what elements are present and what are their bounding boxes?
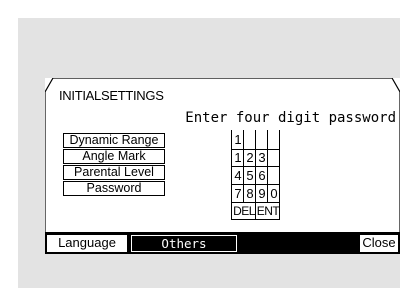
- password-digit-3: [256, 131, 268, 149]
- keypad-ent-button[interactable]: ENT: [256, 202, 280, 220]
- tab-others[interactable]: Others: [131, 235, 237, 252]
- password-digit-1: 1: [234, 132, 242, 147]
- keypad-action-row: DEL ENT: [231, 202, 281, 221]
- keypad-key-6[interactable]: 6: [256, 167, 268, 185]
- keypad-key-3[interactable]: 3: [256, 149, 268, 167]
- keypad-key-5[interactable]: 5: [244, 167, 256, 185]
- menu-item-angle-mark[interactable]: Angle Mark: [63, 149, 165, 164]
- menu-item-password[interactable]: Password: [63, 181, 165, 196]
- menu-item-parental-level[interactable]: Parental Level: [63, 165, 165, 180]
- close-button[interactable]: Close: [360, 235, 398, 252]
- initial-settings-panel: INITIALSETTINGS Enter four digit passwor…: [45, 78, 400, 254]
- password-digit-4: [268, 131, 280, 149]
- password-keypad: 1 1 2 3 4 5 6 7 8 9 0: [231, 130, 301, 203]
- keypad-key-0[interactable]: 0: [268, 185, 280, 203]
- keypad-del-button[interactable]: DEL: [232, 202, 256, 220]
- panel-title: INITIALSETTINGS: [59, 88, 164, 103]
- password-digit-2: [244, 131, 256, 149]
- keypad-key-1[interactable]: 1: [232, 149, 244, 167]
- keypad-key-2[interactable]: 2: [244, 149, 256, 167]
- password-prompt: Enter four digit password: [185, 110, 396, 126]
- keypad-key-4[interactable]: 4: [232, 167, 244, 185]
- tab-language[interactable]: Language: [47, 235, 127, 252]
- keypad-key-8[interactable]: 8: [244, 185, 256, 203]
- keypad-key-9[interactable]: 9: [256, 185, 268, 203]
- bottom-bar: Language Others Close: [45, 232, 400, 254]
- keypad-key-7[interactable]: 7: [232, 185, 244, 203]
- menu-item-dynamic-range[interactable]: Dynamic Range: [63, 133, 165, 148]
